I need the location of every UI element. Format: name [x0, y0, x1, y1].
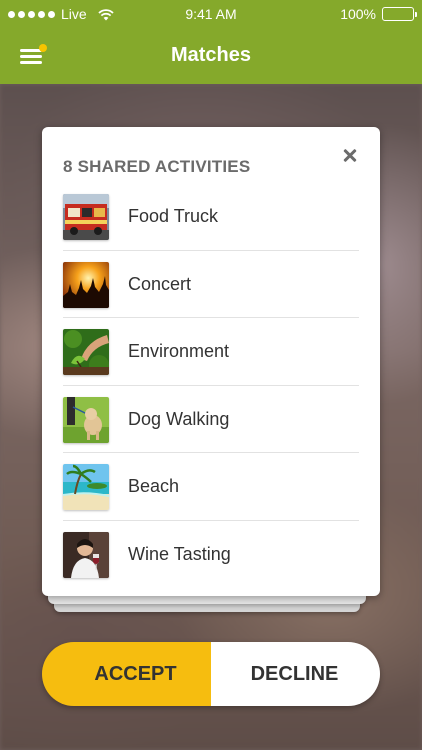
- activity-item-environment[interactable]: Environment: [63, 318, 359, 386]
- activity-list: Food Truck Concert Environment Dog Walki…: [63, 183, 359, 588]
- status-bar: Live 9:41 AM 100%: [0, 0, 422, 28]
- battery-percent: 100%: [340, 6, 376, 22]
- dog-walking-photo: [63, 396, 109, 443]
- battery-icon: [382, 7, 417, 21]
- activity-item-dog-walking[interactable]: Dog Walking: [63, 386, 359, 453]
- activity-label: Dog Walking: [128, 408, 230, 429]
- decline-button[interactable]: DECLINE: [211, 642, 380, 706]
- battery-status: 100%: [340, 6, 417, 22]
- modal-title: 8 SHARED ACTIVITIES: [63, 157, 251, 176]
- activity-item-food-truck[interactable]: Food Truck: [63, 183, 359, 251]
- beach-photo: [63, 464, 109, 510]
- activity-item-beach[interactable]: Beach: [63, 453, 359, 521]
- accept-button[interactable]: ACCEPT: [42, 642, 211, 706]
- activity-label: Concert: [128, 273, 192, 294]
- activity-label: Food Truck: [128, 206, 219, 226]
- activity-item-wine-tasting[interactable]: Wine Tasting: [63, 521, 359, 589]
- match-action-bar: ACCEPT DECLINE: [42, 642, 380, 706]
- nav-bar: Matches: [0, 28, 422, 84]
- wine-tasting-photo: [63, 531, 109, 578]
- close-icon[interactable]: [340, 145, 360, 165]
- activity-label: Beach: [128, 476, 180, 496]
- food-truck-photo: [63, 194, 109, 240]
- page-title: Matches: [170, 44, 252, 66]
- activity-label: Environment: [128, 341, 230, 361]
- activity-item-concert[interactable]: Concert: [63, 251, 359, 318]
- shared-activities-modal: 8 SHARED ACTIVITIES Food Truck Concert E…: [42, 127, 380, 596]
- environment-photo: [63, 329, 109, 375]
- activity-label: Wine Tasting: [128, 543, 231, 564]
- concert-photo: [63, 261, 109, 308]
